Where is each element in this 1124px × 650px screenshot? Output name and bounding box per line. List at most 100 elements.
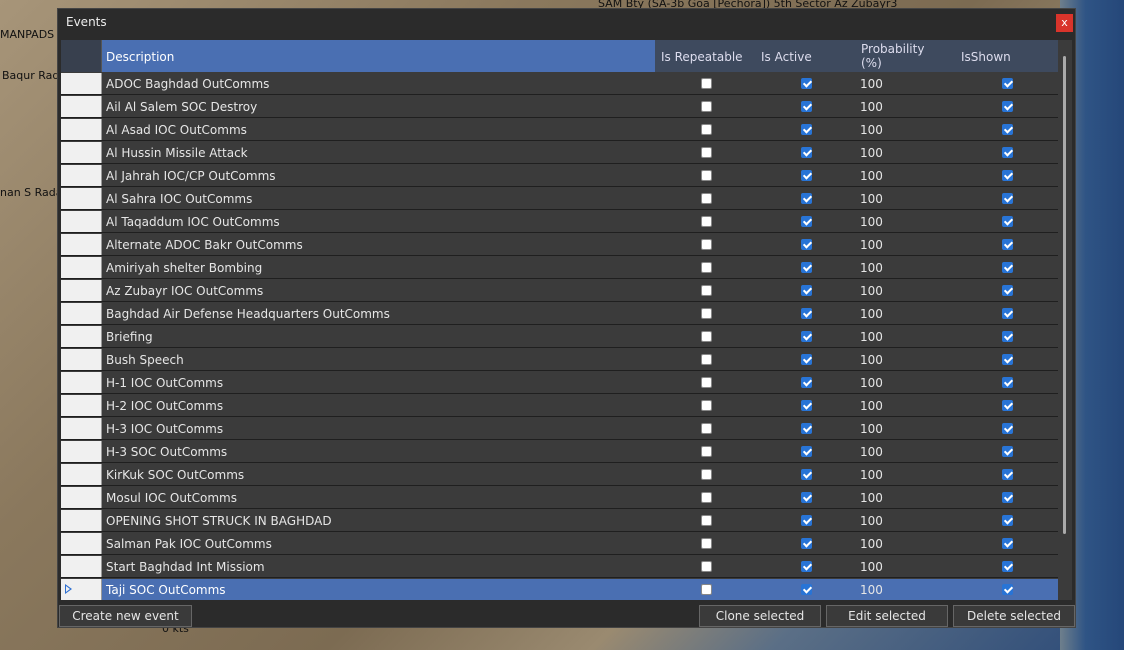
probability-cell[interactable]: 100 <box>860 261 883 275</box>
table-row[interactable]: Taji SOC OutComms 100 <box>61 579 1058 600</box>
description-cell[interactable]: Alternate ADOC Bakr OutComms <box>106 238 303 252</box>
is-shown-checkbox[interactable] <box>1002 170 1013 181</box>
description-cell[interactable]: H-2 IOC OutComms <box>106 399 223 413</box>
is-shown-checkbox[interactable] <box>1002 538 1013 549</box>
probability-cell[interactable]: 100 <box>860 376 883 390</box>
probability-cell[interactable]: 100 <box>860 123 883 137</box>
table-row[interactable]: Salman Pak IOC OutComms 100 <box>61 533 1058 555</box>
is-active-checkbox[interactable] <box>801 101 812 112</box>
row-header[interactable] <box>61 533 102 554</box>
close-button[interactable]: x <box>1056 14 1073 32</box>
column-header-is-active[interactable]: Is Active <box>757 40 855 72</box>
table-row[interactable]: Al Jahrah IOC/CP OutComms 100 <box>61 165 1058 187</box>
probability-cell[interactable]: 100 <box>860 537 883 551</box>
map-unit-icon[interactable] <box>1080 275 1092 287</box>
is-repeatable-checkbox[interactable] <box>701 285 712 296</box>
is-repeatable-checkbox[interactable] <box>701 193 712 204</box>
description-cell[interactable]: Bush Speech <box>106 353 184 367</box>
is-shown-checkbox[interactable] <box>1002 561 1013 572</box>
is-shown-checkbox[interactable] <box>1002 193 1013 204</box>
probability-cell[interactable]: 100 <box>860 146 883 160</box>
scrollbar-thumb[interactable] <box>1063 56 1066 534</box>
table-row[interactable]: Al Taqaddum IOC OutComms 100 <box>61 211 1058 233</box>
probability-cell[interactable]: 100 <box>860 353 883 367</box>
is-active-checkbox[interactable] <box>801 78 812 89</box>
is-shown-checkbox[interactable] <box>1002 377 1013 388</box>
window-titlebar[interactable]: Events x <box>58 9 1075 38</box>
is-shown-checkbox[interactable] <box>1002 216 1013 227</box>
column-header-probability[interactable]: Probability (%) <box>857 40 955 72</box>
is-repeatable-checkbox[interactable] <box>701 331 712 342</box>
is-repeatable-checkbox[interactable] <box>701 446 712 457</box>
probability-cell[interactable]: 100 <box>860 215 883 229</box>
probability-cell[interactable]: 100 <box>860 77 883 91</box>
description-cell[interactable]: Al Taqaddum IOC OutComms <box>106 215 280 229</box>
is-active-checkbox[interactable] <box>801 285 812 296</box>
is-repeatable-checkbox[interactable] <box>701 492 712 503</box>
is-shown-checkbox[interactable] <box>1002 239 1013 250</box>
is-repeatable-checkbox[interactable] <box>701 515 712 526</box>
vertical-scrollbar[interactable] <box>1061 56 1069 536</box>
is-shown-checkbox[interactable] <box>1002 262 1013 273</box>
description-cell[interactable]: H-3 IOC OutComms <box>106 422 223 436</box>
row-header[interactable] <box>61 96 102 117</box>
map-unit-icon[interactable] <box>1084 228 1096 240</box>
row-header[interactable] <box>61 119 102 140</box>
description-cell[interactable]: Az Zubayr IOC OutComms <box>106 284 263 298</box>
column-header-is-repeatable[interactable]: Is Repeatable <box>657 40 755 72</box>
table-row[interactable]: H-1 IOC OutComms 100 <box>61 372 1058 394</box>
is-shown-checkbox[interactable] <box>1002 584 1013 595</box>
table-row[interactable]: ADOC Baghdad OutComms 100 <box>61 73 1058 95</box>
select-all-corner[interactable] <box>61 40 102 72</box>
table-row[interactable]: Bush Speech 100 <box>61 349 1058 371</box>
is-shown-checkbox[interactable] <box>1002 124 1013 135</box>
row-header[interactable] <box>61 211 102 232</box>
is-active-checkbox[interactable] <box>801 515 812 526</box>
table-row[interactable]: OPENING SHOT STRUCK IN BAGHDAD 100 <box>61 510 1058 532</box>
table-row[interactable]: Az Zubayr IOC OutComms 100 <box>61 280 1058 302</box>
row-header[interactable] <box>61 303 102 324</box>
table-row[interactable]: H-3 IOC OutComms 100 <box>61 418 1058 440</box>
create-new-event-button[interactable]: Create new event <box>59 605 192 627</box>
probability-cell[interactable]: 100 <box>860 560 883 574</box>
map-unit-icon[interactable] <box>1076 358 1088 370</box>
is-shown-checkbox[interactable] <box>1002 285 1013 296</box>
row-header[interactable] <box>61 257 102 278</box>
probability-cell[interactable]: 100 <box>860 445 883 459</box>
is-repeatable-checkbox[interactable] <box>701 377 712 388</box>
table-row[interactable]: Start Baghdad Int Missiom 100 <box>61 556 1058 578</box>
table-row[interactable]: H-3 SOC OutComms 100 <box>61 441 1058 463</box>
is-active-checkbox[interactable] <box>801 354 812 365</box>
is-shown-checkbox[interactable] <box>1002 147 1013 158</box>
is-active-checkbox[interactable] <box>801 469 812 480</box>
is-active-checkbox[interactable] <box>801 538 812 549</box>
probability-cell[interactable]: 100 <box>860 514 883 528</box>
is-active-checkbox[interactable] <box>801 377 812 388</box>
is-active-checkbox[interactable] <box>801 423 812 434</box>
row-header[interactable] <box>61 395 102 416</box>
probability-cell[interactable]: 100 <box>860 100 883 114</box>
table-row[interactable]: KirKuk SOC OutComms 100 <box>61 464 1058 486</box>
table-row[interactable]: Al Hussin Missile Attack 100 <box>61 142 1058 164</box>
description-cell[interactable]: KirKuk SOC OutComms <box>106 468 244 482</box>
probability-cell[interactable]: 100 <box>860 169 883 183</box>
column-header-is-shown[interactable]: IsShown <box>957 40 1058 72</box>
description-cell[interactable]: H-1 IOC OutComms <box>106 376 223 390</box>
row-header[interactable] <box>61 349 102 370</box>
is-active-checkbox[interactable] <box>801 492 812 503</box>
is-shown-checkbox[interactable] <box>1002 331 1013 342</box>
is-repeatable-checkbox[interactable] <box>701 262 712 273</box>
is-repeatable-checkbox[interactable] <box>701 423 712 434</box>
description-cell[interactable]: Amiriyah shelter Bombing <box>106 261 262 275</box>
is-repeatable-checkbox[interactable] <box>701 308 712 319</box>
is-repeatable-checkbox[interactable] <box>701 124 712 135</box>
row-header[interactable] <box>61 142 102 163</box>
row-header[interactable] <box>61 234 102 255</box>
is-repeatable-checkbox[interactable] <box>701 170 712 181</box>
probability-cell[interactable]: 100 <box>860 422 883 436</box>
is-active-checkbox[interactable] <box>801 239 812 250</box>
is-shown-checkbox[interactable] <box>1002 515 1013 526</box>
row-header[interactable] <box>61 464 102 485</box>
is-shown-checkbox[interactable] <box>1002 101 1013 112</box>
table-row[interactable]: Briefing 100 <box>61 326 1058 348</box>
